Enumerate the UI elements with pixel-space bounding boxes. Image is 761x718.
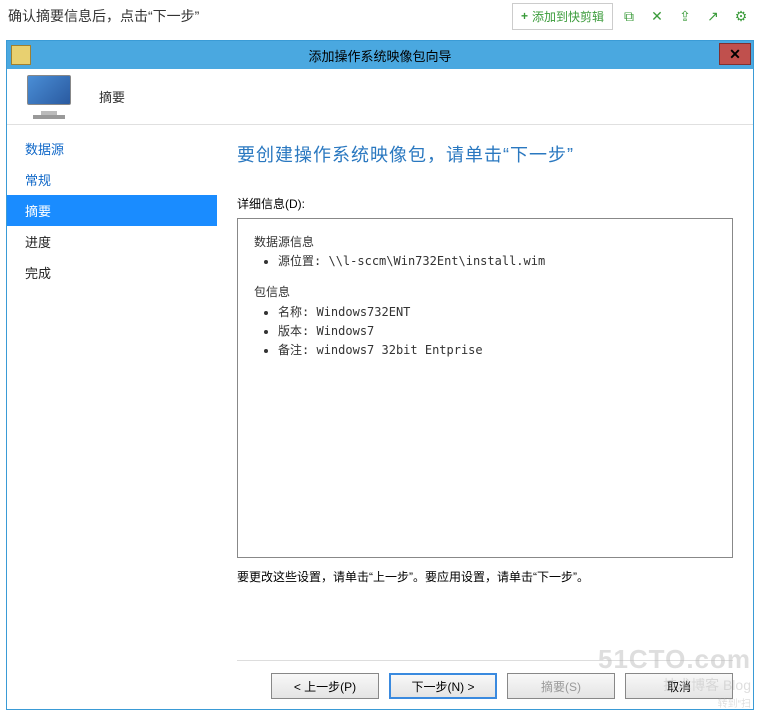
prev-button[interactable]: < 上一步(P) bbox=[271, 673, 379, 699]
wizard-window: 添加操作系统映像包向导 ✕ 摘要 数据源 常规 摘要 进度 完成 要创建操作系统… bbox=[6, 40, 754, 710]
next-button[interactable]: 下一步(N) > bbox=[389, 673, 497, 699]
wizard-button-row: < 上一步(P) 下一步(N) > 摘要(S) 取消 bbox=[237, 660, 733, 699]
titlebar: 添加操作系统映像包向导 ✕ bbox=[7, 41, 753, 69]
settings-icon[interactable]: ⚙ bbox=[729, 4, 753, 28]
detail-g2-item1: 名称: Windows732ENT bbox=[278, 303, 716, 322]
wizard-header: 摘要 bbox=[7, 69, 753, 125]
wizard-main: 要创建操作系统映像包，请单击“下一步” 详细信息(D): 数据源信息 源位置: … bbox=[217, 125, 753, 709]
page-top-bar: 确认摘要信息后，点击“下一步” + 添加到快剪辑 ⧉ ✕ ⇪ ↗ ⚙ bbox=[0, 0, 761, 32]
main-heading: 要创建操作系统映像包，请单击“下一步” bbox=[237, 141, 733, 167]
app-icon bbox=[11, 45, 31, 65]
monitor-icon bbox=[27, 75, 75, 119]
sidebar-item-complete: 完成 bbox=[7, 257, 217, 288]
cancel-button[interactable]: 取消 bbox=[625, 673, 733, 699]
export-icon[interactable]: ↗ bbox=[701, 4, 725, 28]
page-instruction: 确认摘要信息后，点击“下一步” bbox=[8, 6, 199, 26]
detail-box[interactable]: 数据源信息 源位置: \\l-sccm\Win732Ent\install.wi… bbox=[237, 218, 733, 558]
detail-group2-title: 包信息 bbox=[254, 283, 716, 302]
share-icon[interactable]: ⇪ bbox=[673, 4, 697, 28]
plus-icon: + bbox=[521, 9, 528, 23]
sidebar-item-datasource[interactable]: 数据源 bbox=[7, 133, 217, 164]
hint-text: 要更改这些设置，请单击“上一步”。要应用设置，请单击“下一步”。 bbox=[237, 568, 733, 585]
detail-label: 详细信息(D): bbox=[237, 195, 733, 212]
window-title: 添加操作系统映像包向导 bbox=[7, 46, 753, 65]
sidebar-item-progress: 进度 bbox=[7, 226, 217, 257]
wizard-body: 数据源 常规 摘要 进度 完成 要创建操作系统映像包，请单击“下一步” 详细信息… bbox=[7, 125, 753, 709]
sidebar-item-general[interactable]: 常规 bbox=[7, 164, 217, 195]
add-to-snip-label: 添加到快剪辑 bbox=[532, 8, 604, 25]
close-button[interactable]: ✕ bbox=[719, 43, 751, 65]
sidebar-item-summary[interactable]: 摘要 bbox=[7, 195, 217, 226]
detail-g2-item3: 备注: windows7 32bit Entprise bbox=[278, 341, 716, 360]
editor-toolbar: + 添加到快剪辑 ⧉ ✕ ⇪ ↗ ⚙ bbox=[512, 3, 753, 30]
wizard-sidebar: 数据源 常规 摘要 进度 完成 bbox=[7, 125, 217, 709]
detail-g1-item1: 源位置: \\l-sccm\Win732Ent\install.wim bbox=[278, 252, 716, 271]
detail-group1-title: 数据源信息 bbox=[254, 233, 716, 252]
wizard-header-title: 摘要 bbox=[99, 87, 125, 106]
copy-icon[interactable]: ⧉ bbox=[617, 4, 641, 28]
add-to-snip-button[interactable]: + 添加到快剪辑 bbox=[512, 3, 613, 30]
expand-icon[interactable]: ✕ bbox=[645, 4, 669, 28]
detail-g2-item2: 版本: Windows7 bbox=[278, 322, 716, 341]
summary-button: 摘要(S) bbox=[507, 673, 615, 699]
